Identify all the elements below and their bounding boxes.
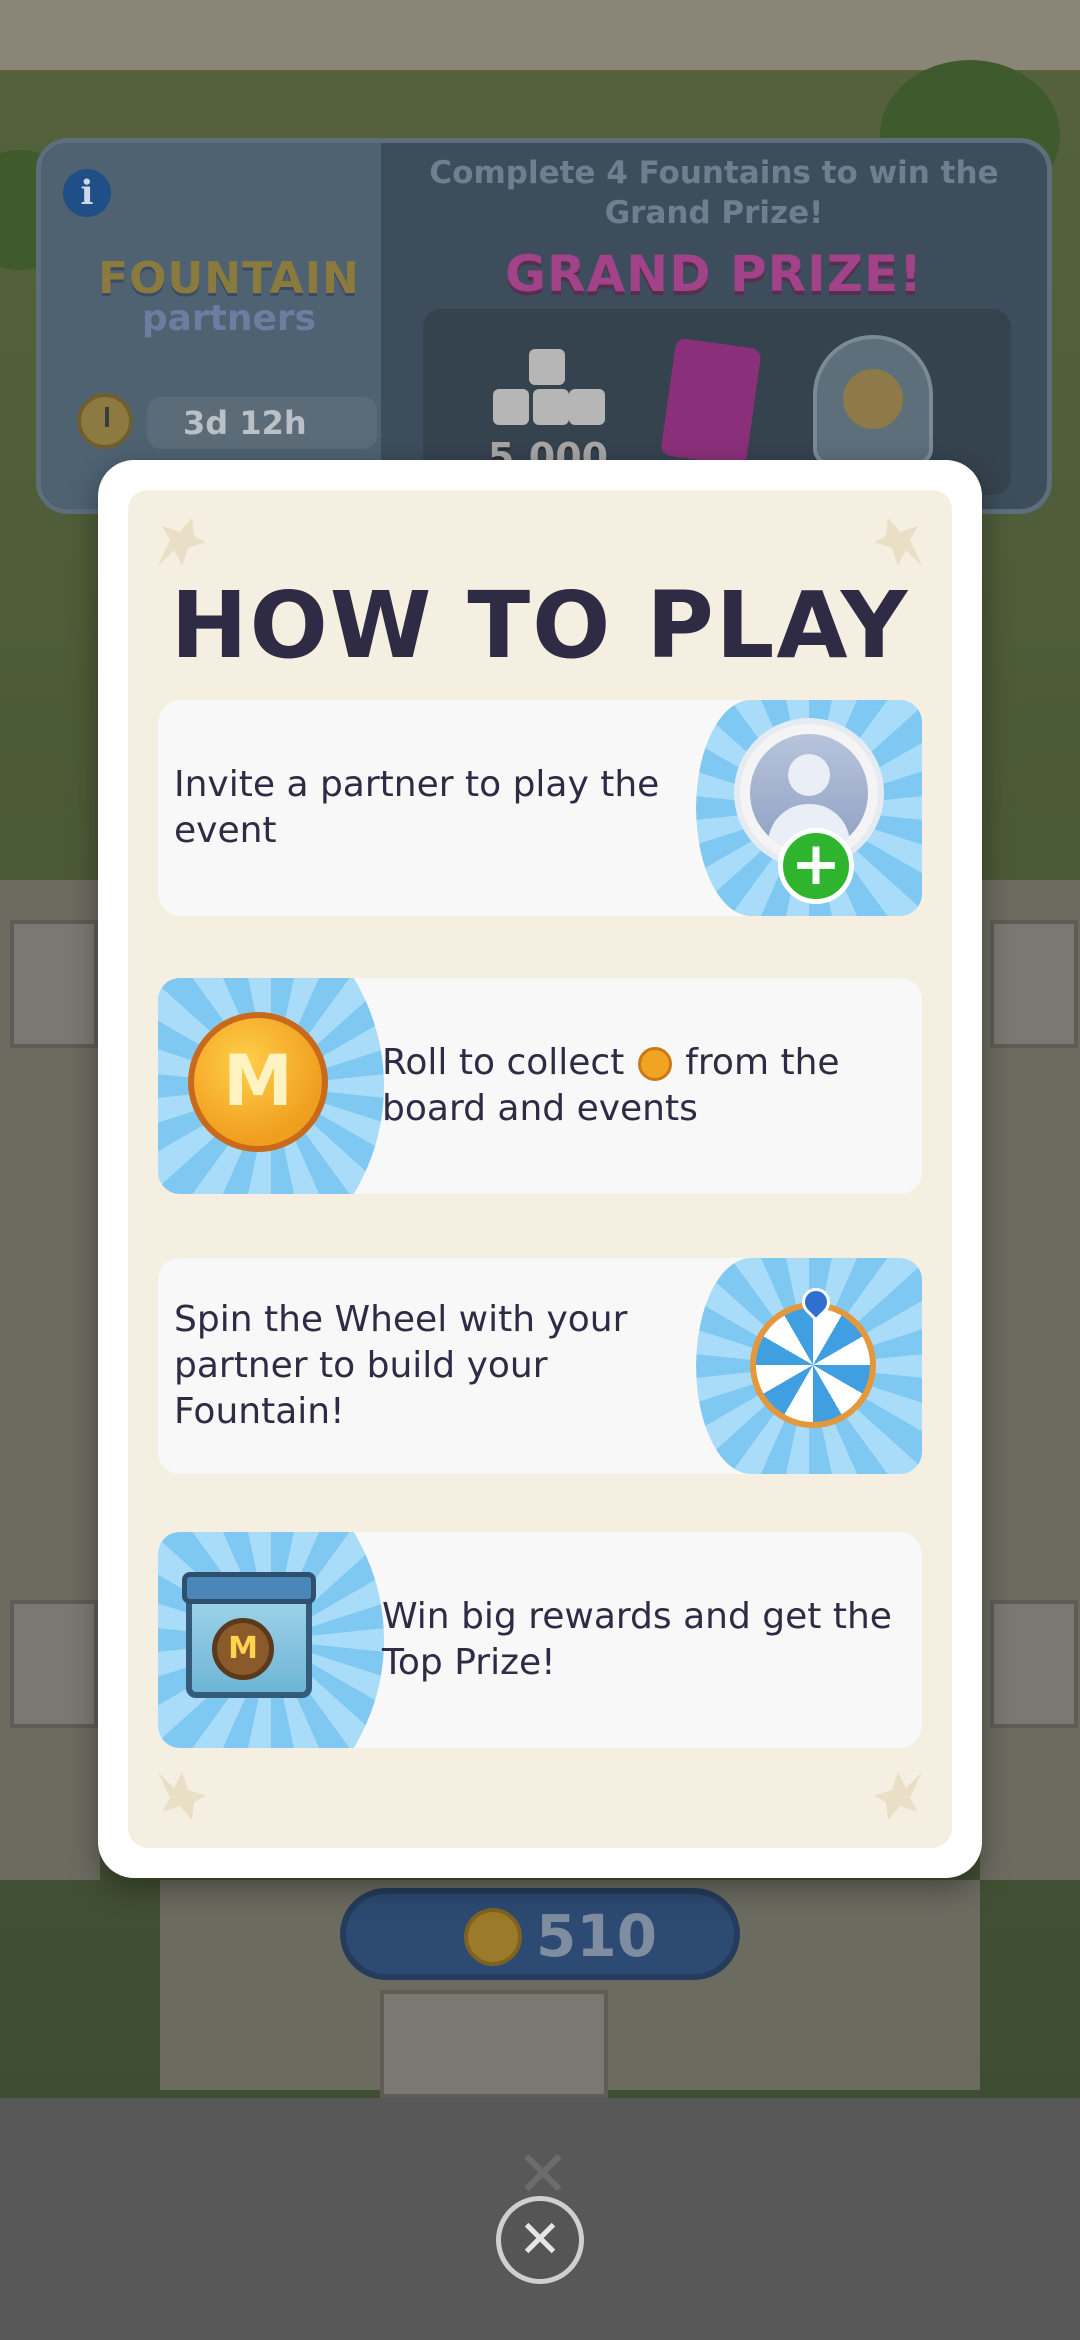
event-logo-line2: partners <box>141 298 317 339</box>
step-art: M <box>158 978 384 1194</box>
board-tile <box>990 1600 1078 1728</box>
step-text: Win big rewards and get the Top Prize! <box>382 1596 892 1683</box>
grand-prize-title: GRAND PRIZE! <box>505 245 923 303</box>
timer-text: 3d 12h <box>147 397 377 449</box>
trophy-dome-icon <box>813 335 933 465</box>
how-to-play-modal: HOW TO PLAY Invite a partner to play the… <box>98 460 982 1878</box>
coin-counter: 510 <box>340 1888 740 1980</box>
step-text: Spin the Wheel with your partner to buil… <box>174 1299 628 1432</box>
sticker-pack-icon <box>660 337 762 467</box>
event-banner-right: Complete 4 Fountains to win the Grand Pr… <box>389 143 1039 509</box>
event-logo: FOUNTAIN partners <box>89 253 369 339</box>
wheel-icon <box>750 1302 876 1428</box>
step-text: Roll to collect from the board and event… <box>382 978 902 1194</box>
dice-icon <box>493 349 605 439</box>
inline-coin-icon <box>637 1047 672 1081</box>
event-timer: 3d 12h <box>77 393 377 453</box>
chest-lock-icon: M <box>212 1618 274 1680</box>
step-invite-partner: Invite a partner to play the event + <box>158 700 922 916</box>
coin-icon <box>464 1908 522 1966</box>
coin-icon: M <box>188 1012 328 1152</box>
board-tile <box>10 1600 98 1728</box>
step-art: M <box>158 1532 384 1748</box>
step-win-rewards: M Win big rewards and get the Top Prize! <box>158 1532 922 1748</box>
event-banner[interactable]: i FOUNTAIN partners 3d 12h Complete 4 Fo… <box>36 138 1052 514</box>
info-icon[interactable]: i <box>63 169 111 217</box>
board-tile <box>10 920 98 1048</box>
corner-ornament-icon <box>152 1766 212 1826</box>
corner-ornament-icon <box>868 1766 928 1826</box>
step-art: + <box>696 700 922 916</box>
goal-text: Complete 4 Fountains to win the Grand Pr… <box>429 155 999 231</box>
board-tile <box>990 920 1078 1048</box>
event-logo-line1: FOUNTAIN <box>98 253 360 304</box>
corner-ornament-icon <box>868 512 928 572</box>
corner-ornament-icon <box>152 512 212 572</box>
road-strip <box>0 0 1080 70</box>
modal-panel: HOW TO PLAY Invite a partner to play the… <box>128 490 952 1848</box>
modal-title: HOW TO PLAY <box>170 572 910 679</box>
step-text: Invite a partner to play the event <box>174 764 660 851</box>
step-collect-coins: M Roll to collect from the board and eve… <box>158 978 922 1194</box>
step-text-part1: Roll to collect <box>382 1042 625 1083</box>
add-partner-icon: + <box>778 828 854 904</box>
go-tile <box>380 1990 608 2098</box>
close-button[interactable]: ✕ <box>496 2196 584 2284</box>
stopwatch-icon <box>77 393 133 449</box>
step-art <box>696 1258 922 1474</box>
coin-count: 510 <box>536 1902 658 1970</box>
chest-icon: M <box>182 1572 316 1702</box>
event-banner-left: i FOUNTAIN partners 3d 12h <box>41 143 381 509</box>
step-spin-wheel: Spin the Wheel with your partner to buil… <box>158 1258 922 1474</box>
